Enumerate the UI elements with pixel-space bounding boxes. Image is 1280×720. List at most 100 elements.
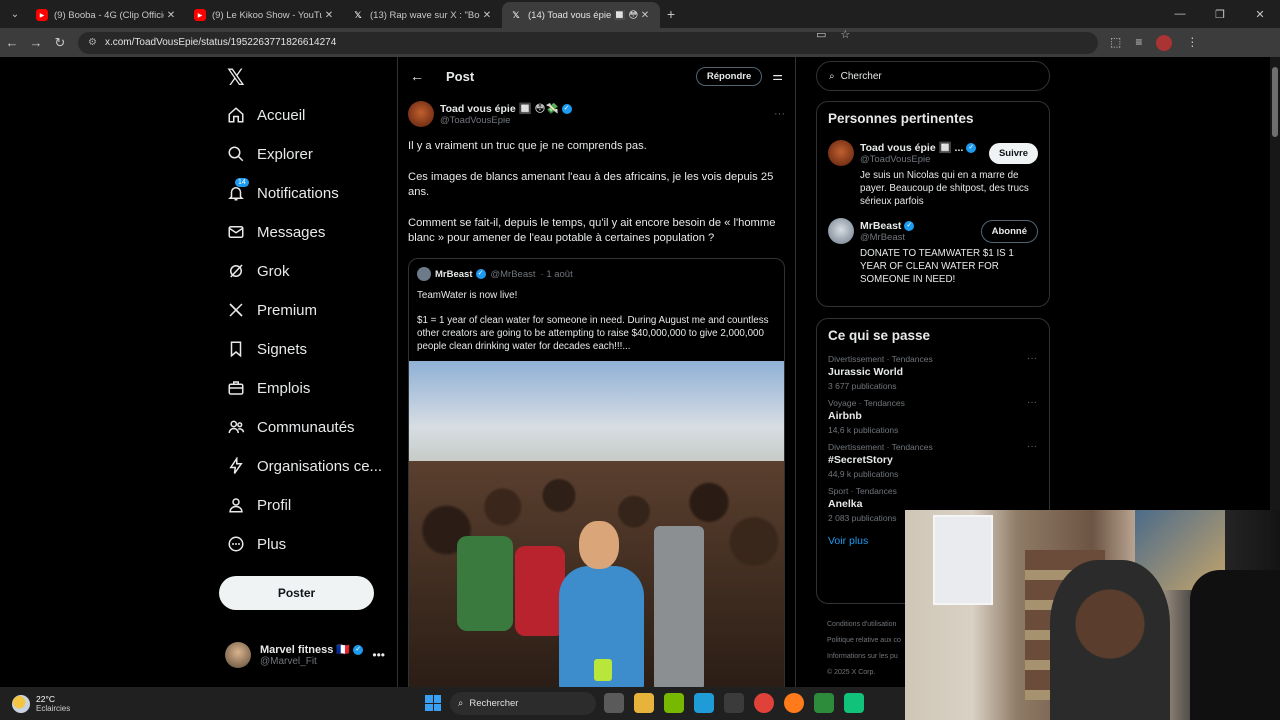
close-icon[interactable]: ✕: [480, 10, 494, 21]
scrollbar-thumb[interactable]: [1272, 67, 1278, 137]
nav-item-more[interactable]: Plus: [227, 526, 286, 562]
nav-item-home[interactable]: Accueil: [227, 97, 305, 133]
restore-icon[interactable]: ❐: [1200, 8, 1240, 21]
close-icon[interactable]: ✕: [322, 10, 336, 21]
nav-item-profile[interactable]: Profil: [227, 487, 291, 523]
close-icon[interactable]: ✕: [638, 10, 652, 21]
account-switcher[interactable]: Marvel fitness 🇫🇷 ✓ @Marvel_Fit •••: [225, 642, 385, 668]
search-input[interactable]: ⌕ Chercher: [816, 61, 1050, 91]
bell-icon: 14: [227, 178, 249, 202]
tab-list-button[interactable]: ⌄: [2, 4, 28, 24]
close-window-icon[interactable]: ✕: [1240, 8, 1280, 21]
search-placeholder: Chercher: [840, 70, 882, 82]
quoted-tweet[interactable]: MrBeast ✓ @MrBeast · 1 août TeamWater is…: [408, 258, 785, 687]
avatar: [417, 267, 431, 281]
reload-icon[interactable]: ↻: [48, 35, 72, 51]
app-icon[interactable]: [844, 693, 864, 713]
nav-item-grok[interactable]: Grok: [227, 253, 290, 289]
verified-icon: ✓: [353, 645, 364, 656]
trend-topic: Anelka: [828, 498, 863, 510]
nav-label: Accueil: [257, 106, 306, 124]
photo-detail: [515, 546, 565, 636]
store-icon[interactable]: [724, 693, 744, 713]
trend-item[interactable]: Voyage · Tendances Airbnb 14,6 k publica…: [817, 391, 1049, 435]
edge-icon[interactable]: [694, 693, 714, 713]
post-button[interactable]: Poster: [219, 576, 374, 610]
browser-tab[interactable]: ▶ (9) Le Kikoo Show - YouTube ✕: [186, 2, 344, 28]
url-field[interactable]: ⚙ x.com/ToadVousEpie/status/195226377182…: [78, 29, 1098, 54]
nav-item-notifications[interactable]: 14 Notifications: [227, 175, 339, 211]
quote-author-handle: @MrBeast: [490, 268, 536, 280]
page-title: Post: [446, 68, 475, 84]
nav-item-premium[interactable]: Premium: [227, 292, 317, 328]
back-icon[interactable]: ←: [0, 35, 24, 50]
follow-button[interactable]: Suivre: [988, 142, 1038, 164]
nav-label: Emplois: [257, 379, 311, 397]
nav-item-jobs[interactable]: Emplois: [227, 370, 310, 406]
task-view-icon[interactable]: [604, 693, 624, 713]
water-pump: [654, 526, 704, 687]
back-arrow-icon[interactable]: ←: [410, 68, 434, 84]
following-button[interactable]: Abonné: [980, 219, 1038, 243]
windows-start-icon[interactable]: [425, 695, 441, 711]
trend-item[interactable]: Divertissement · Tendances Jurassic Worl…: [817, 347, 1049, 391]
tab-title: (9) Booba - 4G (Clip Officiel) - Y: [54, 9, 164, 21]
taskbar-search-label: Rechercher: [469, 698, 519, 709]
person-name[interactable]: MrBeast ✓: [860, 220, 915, 232]
person-item[interactable]: MrBeast ✓ @MrBeast Abonné DONATE TO TEAM…: [817, 208, 1049, 286]
weather-widget[interactable]: 22°C Eclaircies: [12, 694, 70, 713]
nav-label: Explorer: [257, 145, 313, 163]
trend-count: 3 677 publications: [828, 381, 897, 391]
browser-tab-active[interactable]: 𝕏 (14) Toad vous épie 🔲 😳💸 s ✕: [502, 2, 660, 28]
more-icon[interactable]: ···: [1027, 397, 1037, 408]
trend-item[interactable]: Divertissement · Tendances #SecretStory …: [817, 435, 1049, 479]
nav-item-communities[interactable]: Communautés: [227, 409, 355, 445]
site-info-icon[interactable]: ⚙: [88, 37, 97, 48]
nav-item-bookmarks[interactable]: Signets: [227, 331, 307, 367]
trend-count: 14,6 k publications: [828, 425, 899, 435]
person-icon: [227, 496, 245, 514]
avatar[interactable]: [408, 101, 434, 127]
more-icon[interactable]: •••: [372, 648, 385, 662]
author-name[interactable]: Toad vous épie 🔲 😳💸 ✓: [440, 102, 572, 115]
more-icon[interactable]: ···: [774, 108, 785, 120]
person-item[interactable]: Toad vous épie 🔲 ... ✓ @ToadVousEpie Sui…: [817, 130, 1049, 208]
search-icon: [227, 145, 245, 163]
close-icon[interactable]: ✕: [164, 10, 178, 21]
taskbar-search[interactable]: ⌕ Rechercher: [450, 692, 596, 715]
browser-tab[interactable]: 𝕏 (13) Rap wave sur X : "Booba a ✕: [344, 2, 502, 28]
tweet-paragraph: Comment se fait-il, depuis le temps, qu'…: [408, 217, 776, 244]
quote-photo[interactable]: [409, 361, 784, 687]
file-explorer-icon[interactable]: [634, 693, 654, 713]
tweet-paragraph: Il y a vraiment un truc que je ne compre…: [408, 140, 647, 152]
nav-item-organisations[interactable]: Organisations ce...: [227, 448, 382, 484]
trend-category: Voyage · Tendances: [828, 398, 905, 408]
trend-topic: Airbnb: [828, 410, 862, 422]
more-icon[interactable]: ···: [1027, 441, 1037, 452]
x-logo-icon[interactable]: 𝕏: [227, 65, 245, 91]
weather-temperature: 22°C: [36, 694, 55, 704]
firefox-icon[interactable]: [784, 693, 804, 713]
browser-tab[interactable]: ▶ (9) Booba - 4G (Clip Officiel) - Y ✕: [28, 2, 186, 28]
avatar[interactable]: [828, 140, 854, 166]
briefcase-icon: [227, 379, 245, 397]
minimize-icon[interactable]: —: [1160, 8, 1200, 20]
forward-icon[interactable]: →: [24, 35, 48, 50]
tweet-author: Toad vous épie 🔲 😳💸 ✓ @ToadVousEpie ···: [398, 95, 795, 127]
new-tab-button[interactable]: +: [660, 6, 682, 22]
nav-item-explore[interactable]: Explorer: [227, 136, 313, 172]
avatar[interactable]: [828, 218, 854, 244]
webcam-window-detail: [933, 515, 993, 605]
nav-label: Premium: [257, 301, 318, 319]
nvidia-icon[interactable]: [664, 693, 684, 713]
trend-category: Sport · Tendances: [828, 486, 897, 496]
sliders-icon[interactable]: ⚌: [772, 69, 783, 83]
person-handle: @ToadVousEpie: [860, 154, 931, 165]
person-name[interactable]: Toad vous épie 🔲 ... ✓: [860, 141, 977, 154]
reply-button[interactable]: Répondre: [695, 66, 763, 86]
app-icon[interactable]: [814, 693, 834, 713]
chrome-icon[interactable]: [754, 693, 774, 713]
more-icon[interactable]: ···: [1027, 353, 1037, 364]
author-handle[interactable]: @ToadVousEpie: [440, 115, 572, 126]
nav-item-messages[interactable]: Messages: [227, 214, 325, 250]
